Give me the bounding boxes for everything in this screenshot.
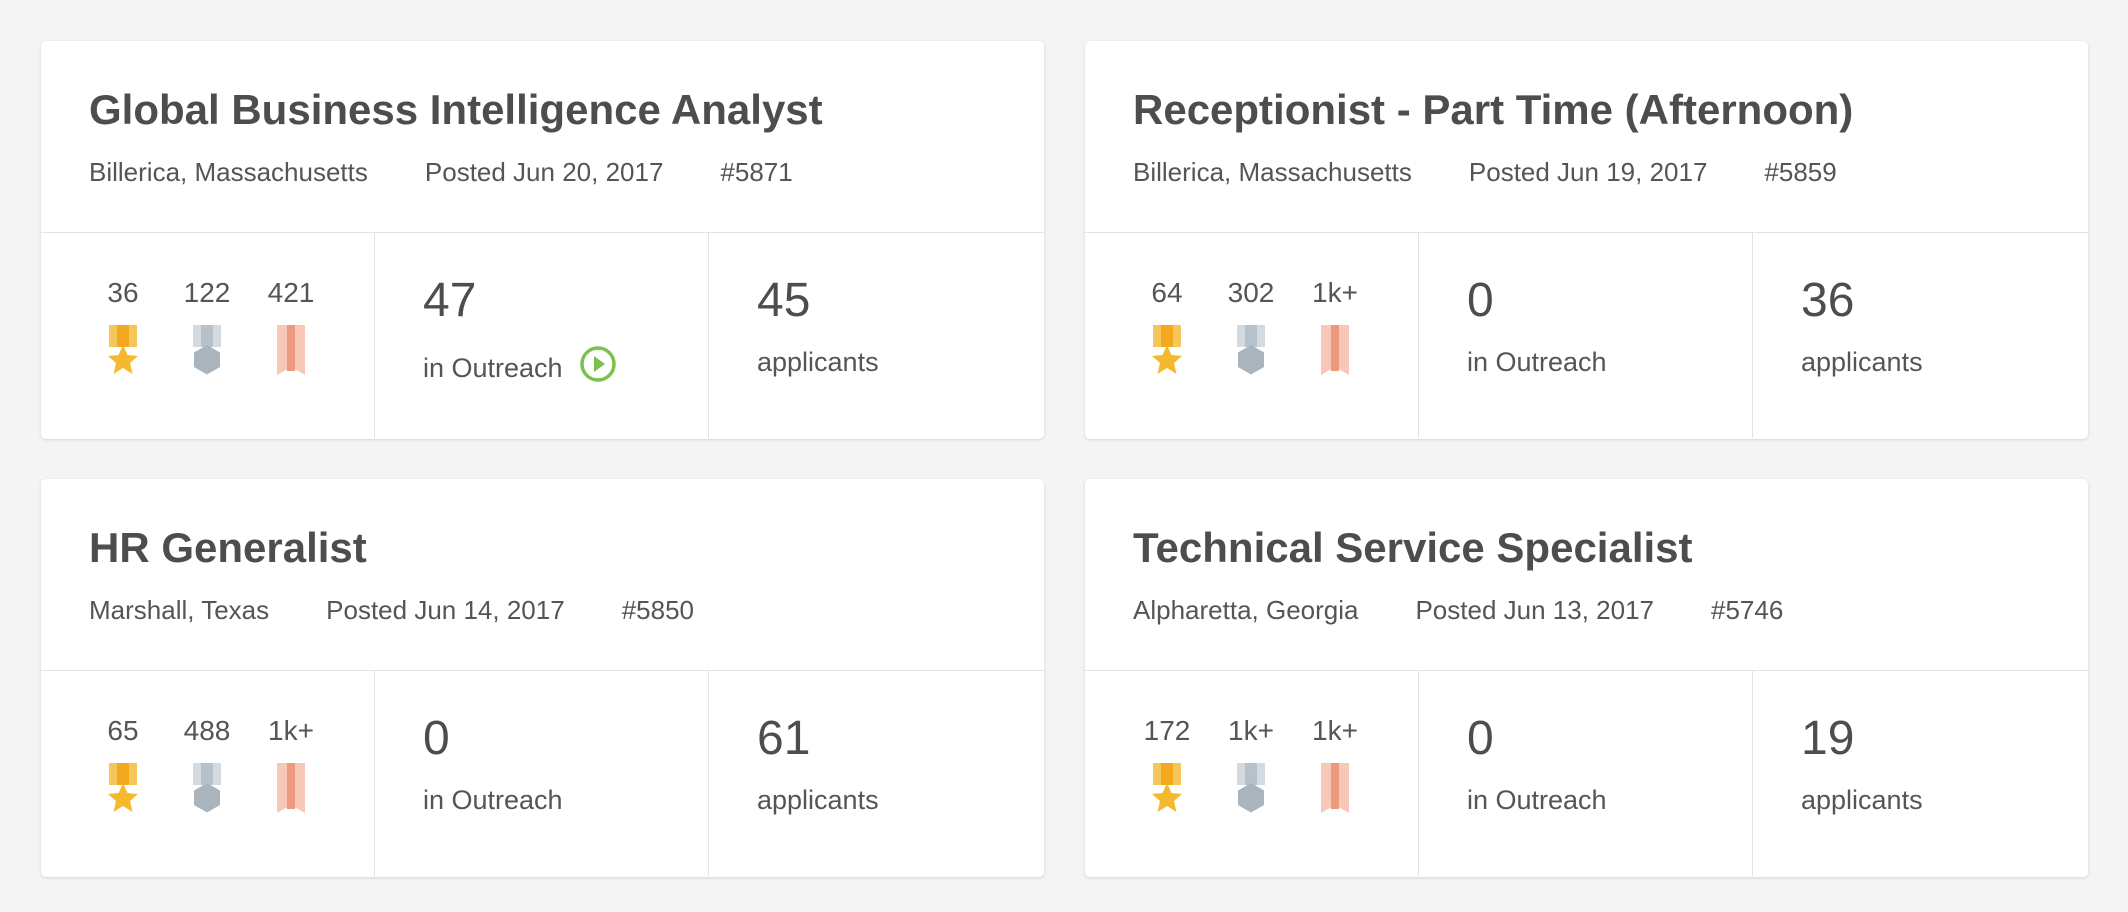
outreach-stat[interactable]: 0 in Outreach [1419, 233, 1753, 438]
outreach-label: in Outreach [423, 353, 563, 383]
bronze-medal-count: 1k+ [268, 715, 314, 746]
job-location: Marshall, Texas [89, 595, 270, 625]
outreach-count: 0 [1467, 274, 1494, 327]
bronze-medal[interactable]: 421 [249, 277, 333, 375]
silver-medal[interactable]: 302 [1209, 277, 1293, 375]
bronze-ribbon-icon [1321, 763, 1349, 813]
gold-medal-icon [108, 763, 138, 812]
job-card-header: Technical Service Specialist Alpharetta,… [1085, 479, 2088, 671]
bronze-ribbon-icon [1321, 325, 1349, 375]
job-posted-date: Posted Jun 20, 2017 [424, 157, 664, 187]
outreach-count: 47 [423, 274, 477, 327]
job-meta: Billerica, Massachusetts Posted Jun 19, … [1133, 157, 2040, 188]
applicants-count: 19 [1801, 712, 1855, 765]
job-card[interactable]: Global Business Intelligence Analyst Bil… [41, 41, 1044, 439]
job-location: Billerica, Massachusetts [89, 157, 368, 187]
silver-medal-icon [193, 325, 221, 375]
job-title[interactable]: Technical Service Specialist [1133, 523, 2040, 573]
gold-medal-count: 64 [1151, 277, 1183, 308]
applicants-label: applicants [1801, 347, 1923, 377]
silver-medal-icon [1237, 763, 1265, 813]
applicants-label: applicants [1801, 785, 1923, 815]
job-card-stats: 172 1k+ 1k+ 0 in Outreach 19 applicants [1085, 671, 2088, 876]
job-meta: Billerica, Massachusetts Posted Jun 20, … [89, 157, 996, 188]
job-card[interactable]: Receptionist - Part Time (Afternoon) Bil… [1085, 41, 2088, 439]
gold-medal[interactable]: 36 [81, 277, 165, 375]
job-card-header: HR Generalist Marshall, Texas Posted Jun… [41, 479, 1044, 671]
job-id: #5850 [621, 595, 694, 625]
job-card-stats: 36 122 421 47 in Outreach 45 applicants [41, 233, 1044, 438]
medal-counts: 65 488 1k+ [41, 671, 375, 876]
job-posted-date: Posted Jun 14, 2017 [326, 595, 565, 625]
bronze-medal[interactable]: 1k+ [1293, 715, 1377, 813]
outreach-label-row: in Outreach [423, 345, 708, 391]
gold-medal-icon [1152, 325, 1182, 374]
medal-counts: 64 302 1k+ [1085, 233, 1419, 438]
medal-counts: 36 122 421 [41, 233, 375, 438]
applicants-count: 36 [1801, 274, 1855, 327]
job-posted-date: Posted Jun 19, 2017 [1468, 157, 1708, 187]
silver-medal[interactable]: 488 [165, 715, 249, 813]
applicants-label: applicants [757, 347, 879, 377]
bronze-medal[interactable]: 1k+ [1293, 277, 1377, 375]
silver-medal-count: 302 [1227, 277, 1275, 308]
bronze-ribbon-icon [277, 763, 305, 813]
medal-counts: 172 1k+ 1k+ [1085, 671, 1419, 876]
silver-medal[interactable]: 122 [165, 277, 249, 375]
silver-medal-icon [1237, 325, 1265, 375]
silver-medal[interactable]: 1k+ [1209, 715, 1293, 813]
silver-medal-count: 488 [183, 715, 231, 746]
applicants-stat[interactable]: 61 applicants [709, 671, 1044, 876]
job-card[interactable]: HR Generalist Marshall, Texas Posted Jun… [41, 479, 1044, 877]
job-card-grid: Global Business Intelligence Analyst Bil… [0, 0, 2128, 912]
outreach-play-icon[interactable] [579, 345, 617, 391]
job-id: #5871 [720, 157, 793, 187]
silver-medal-count: 1k+ [1228, 715, 1274, 746]
job-location: Billerica, Massachusetts [1133, 157, 1412, 187]
outreach-stat[interactable]: 0 in Outreach [375, 671, 709, 876]
gold-medal-icon [108, 325, 138, 374]
gold-medal[interactable]: 65 [81, 715, 165, 813]
bronze-medal[interactable]: 1k+ [249, 715, 333, 813]
job-card-header: Receptionist - Part Time (Afternoon) Bil… [1085, 41, 2088, 233]
applicants-stat[interactable]: 19 applicants [1753, 671, 2088, 876]
job-title[interactable]: HR Generalist [89, 523, 996, 573]
job-card-stats: 65 488 1k+ 0 in Outreach 61 applicants [41, 671, 1044, 876]
job-card-stats: 64 302 1k+ 0 in Outreach 36 applicants [1085, 233, 2088, 438]
job-id: #5859 [1764, 157, 1837, 187]
job-id: #5746 [1711, 595, 1784, 625]
bronze-medal-count: 421 [267, 277, 315, 308]
applicants-count: 61 [757, 712, 811, 765]
outreach-label: in Outreach [423, 785, 563, 815]
gold-medal-count: 65 [107, 715, 139, 746]
job-meta: Alpharetta, Georgia Posted Jun 13, 2017 … [1133, 595, 2040, 626]
job-card-header: Global Business Intelligence Analyst Bil… [41, 41, 1044, 233]
bronze-ribbon-icon [277, 325, 305, 375]
outreach-label: in Outreach [1467, 347, 1607, 377]
bronze-medal-count: 1k+ [1312, 277, 1358, 308]
silver-medal-count: 122 [183, 277, 231, 308]
bronze-medal-count: 1k+ [1312, 715, 1358, 746]
outreach-stat[interactable]: 0 in Outreach [1419, 671, 1753, 876]
silver-medal-icon [193, 763, 221, 813]
job-location: Alpharetta, Georgia [1133, 595, 1359, 625]
outreach-count: 0 [1467, 712, 1494, 765]
gold-medal[interactable]: 64 [1125, 277, 1209, 375]
applicants-count: 45 [757, 274, 811, 327]
outreach-label: in Outreach [1467, 785, 1607, 815]
applicants-label: applicants [757, 785, 879, 815]
job-posted-date: Posted Jun 13, 2017 [1415, 595, 1654, 625]
gold-medal-count: 172 [1143, 715, 1191, 746]
job-title[interactable]: Global Business Intelligence Analyst [89, 85, 996, 135]
gold-medal-icon [1152, 763, 1182, 812]
job-title[interactable]: Receptionist - Part Time (Afternoon) [1133, 85, 2040, 135]
job-meta: Marshall, Texas Posted Jun 14, 2017 #585… [89, 595, 996, 626]
outreach-count: 0 [423, 712, 450, 765]
applicants-stat[interactable]: 45 applicants [709, 233, 1044, 438]
gold-medal-count: 36 [107, 277, 139, 308]
outreach-stat[interactable]: 47 in Outreach [375, 233, 709, 438]
applicants-stat[interactable]: 36 applicants [1753, 233, 2088, 438]
gold-medal[interactable]: 172 [1125, 715, 1209, 813]
job-card[interactable]: Technical Service Specialist Alpharetta,… [1085, 479, 2088, 877]
